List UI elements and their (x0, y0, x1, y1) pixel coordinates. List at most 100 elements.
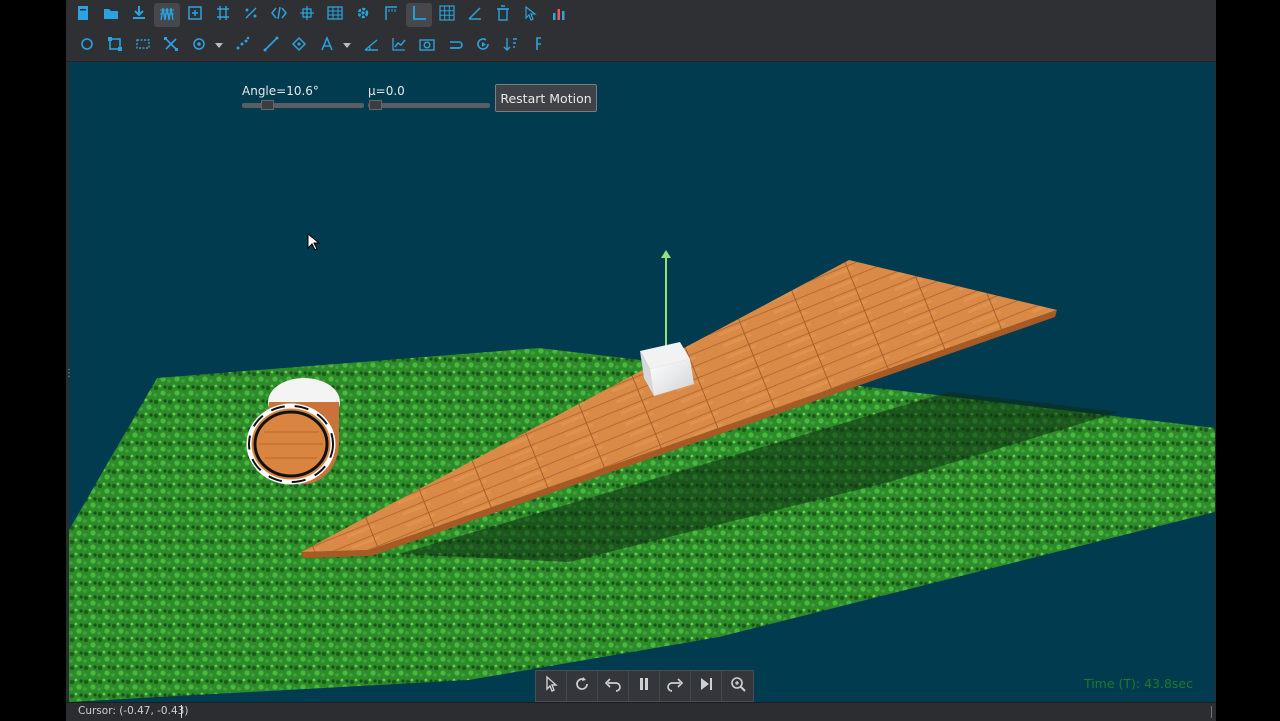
code-icon (270, 4, 288, 26)
import-icon (130, 4, 148, 26)
pointer-star-icon (522, 4, 540, 26)
line-chart-icon (390, 35, 408, 57)
angle-label: Angle=10.6° (242, 84, 319, 98)
corner-axes-button[interactable] (378, 3, 404, 27)
angle-slider-thumb[interactable] (261, 100, 274, 110)
target-button[interactable] (186, 34, 212, 58)
function-icon (530, 35, 548, 57)
left-panel-handle[interactable]: ⋮ (64, 368, 74, 379)
tool-toolbar (66, 30, 1216, 62)
refresh-play-button[interactable] (470, 34, 496, 58)
redo-button[interactable] (660, 671, 691, 701)
loop-button[interactable] (442, 34, 468, 58)
undo-button[interactable] (598, 671, 629, 701)
chevron-down-icon[interactable] (342, 34, 352, 58)
sort-button[interactable] (498, 34, 524, 58)
text-caret (181, 705, 182, 718)
zoom-button[interactable] (722, 671, 753, 701)
app-window: Angle=10.6° μ=0.0 Restart Motion Time (T… (66, 0, 1216, 721)
open-folder-icon (102, 4, 120, 26)
pause-icon (635, 675, 653, 697)
grid-icon (438, 4, 456, 26)
function-button[interactable] (526, 34, 552, 58)
angle-icon (466, 4, 484, 26)
camera-icon (418, 35, 436, 57)
select-arrow-button[interactable] (536, 671, 567, 701)
import-button[interactable] (126, 3, 152, 27)
table-icon (326, 4, 344, 26)
pause-button[interactable] (629, 671, 660, 701)
corner-axes-icon (382, 4, 400, 26)
open-folder-button[interactable] (98, 3, 124, 27)
scatter-icon (234, 35, 252, 57)
line-chart-button[interactable] (386, 34, 412, 58)
chevron-down-icon[interactable] (214, 34, 224, 58)
transform-icon (186, 4, 204, 26)
select-arrow-icon (542, 675, 560, 697)
trash-icon (494, 4, 512, 26)
playback-controls (535, 670, 754, 702)
scatter-button[interactable] (230, 34, 256, 58)
step-end-button[interactable] (691, 671, 722, 701)
crosshair-icon (298, 4, 316, 26)
step-end-icon (697, 675, 715, 697)
rotate-button[interactable] (567, 671, 598, 701)
angle-measure-icon (362, 35, 380, 57)
circle-button[interactable] (74, 34, 100, 58)
table-button[interactable] (322, 3, 348, 27)
bar-chart-button[interactable] (546, 3, 572, 27)
rotate-icon (573, 675, 591, 697)
transform-button[interactable] (182, 3, 208, 27)
fraction-button[interactable] (238, 3, 264, 27)
text-tool-button[interactable] (314, 34, 340, 58)
3d-viewport[interactable]: Angle=10.6° μ=0.0 Restart Motion Time (T… (69, 62, 1215, 702)
circle-icon (78, 35, 96, 57)
diamond-point-button[interactable] (286, 34, 312, 58)
wave-icon (158, 4, 176, 26)
crosshair-button[interactable] (294, 3, 320, 27)
bar-chart-icon (550, 4, 568, 26)
text-tool-icon (318, 35, 336, 57)
code-button[interactable] (266, 3, 292, 27)
restart-motion-button[interactable]: Restart Motion (495, 84, 597, 112)
camera-button[interactable] (414, 34, 440, 58)
new-file-icon (74, 4, 92, 26)
trash-button[interactable] (490, 3, 516, 27)
axes-icon (410, 4, 428, 26)
loop-icon (446, 35, 464, 57)
new-file-button[interactable] (70, 3, 96, 27)
pointer-star-button[interactable] (518, 3, 544, 27)
shape-select-icon (162, 35, 180, 57)
shape-select-button[interactable] (158, 34, 184, 58)
vector-arrowhead (661, 250, 671, 258)
friction-slider-thumb[interactable] (369, 100, 382, 110)
grid-button[interactable] (434, 3, 460, 27)
status-bar: Cursor: (-0.47, -0.43) (66, 702, 1216, 721)
angle-measure-button[interactable] (358, 34, 384, 58)
scene-canvas (69, 232, 1215, 702)
line-tool-button[interactable] (258, 34, 284, 58)
wave-button[interactable] (154, 3, 180, 27)
square-select-icon (106, 35, 124, 57)
line-tool-icon (262, 35, 280, 57)
main-toolbar (66, 0, 1216, 30)
friction-slider[interactable] (368, 103, 490, 108)
angle-button[interactable] (462, 3, 488, 27)
status-divider (1211, 706, 1212, 718)
axes-button[interactable] (406, 3, 432, 27)
sort-icon (502, 35, 520, 57)
refresh-play-icon (474, 35, 492, 57)
target-icon (190, 35, 208, 57)
mouse-cursor-icon (307, 232, 321, 251)
settings-button[interactable] (350, 3, 376, 27)
square-select-button[interactable] (102, 34, 128, 58)
undo-icon (604, 675, 622, 697)
dashed-box-button[interactable] (130, 34, 156, 58)
grid-split-button[interactable] (210, 3, 236, 27)
dashed-box-icon (134, 35, 152, 57)
fraction-icon (242, 4, 260, 26)
redo-icon (666, 675, 684, 697)
diamond-point-icon (290, 35, 308, 57)
grid-split-icon (214, 4, 232, 26)
time-readout: Time (T): 43.8sec (1083, 676, 1193, 691)
